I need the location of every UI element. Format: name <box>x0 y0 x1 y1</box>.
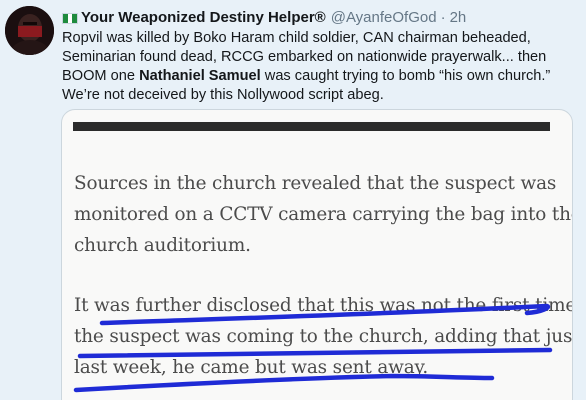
article-line: monitored on a CCTV camera carrying the … <box>74 204 573 225</box>
article-line: Sources in the church revealed that the … <box>74 173 557 194</box>
tweet-timestamp[interactable]: 2h <box>450 8 467 28</box>
avatar-image <box>5 6 54 55</box>
tweet-text: Ropvil was killed by Boko Haram child so… <box>62 29 582 105</box>
user-handle[interactable]: @AyanfeOfGod <box>331 8 437 28</box>
tweet-header: Your Weaponized Destiny Helper® @AyanfeO… <box>62 8 466 28</box>
tweet-text-line: Seminarian found dead, RCCG embarked on … <box>62 49 547 65</box>
tweet-text-line: BOOM one Nathaniel Samuel was caught try… <box>62 68 551 84</box>
image-header-bar <box>73 122 550 131</box>
attached-image[interactable]: Sources in the church revealed that the … <box>61 109 573 400</box>
article-paragraph-1: Sources in the church revealed that the … <box>74 168 573 261</box>
article-paragraph-2: It was further disclosed that this was n… <box>74 290 573 383</box>
nigeria-flag-icon <box>62 12 78 24</box>
article-line: last week, he came but was sent away. <box>74 357 429 378</box>
display-name[interactable]: Your Weaponized Destiny Helper® <box>81 8 326 28</box>
avatar[interactable] <box>5 6 54 55</box>
tweet-text-line: We’re not deceived by this Nollywood scr… <box>62 87 384 103</box>
article-line: It was further disclosed that this was n… <box>74 295 573 316</box>
article-line: church auditorium. <box>74 235 251 256</box>
mentioned-name: Nathaniel Samuel <box>139 68 261 84</box>
article-line: the suspect was coming to the church, ad… <box>74 326 573 347</box>
separator-dot: · <box>440 9 446 26</box>
tweet-text-line: Ropvil was killed by Boko Haram child so… <box>62 30 531 46</box>
tweet-card[interactable]: Your Weaponized Destiny Helper® @AyanfeO… <box>0 0 586 400</box>
